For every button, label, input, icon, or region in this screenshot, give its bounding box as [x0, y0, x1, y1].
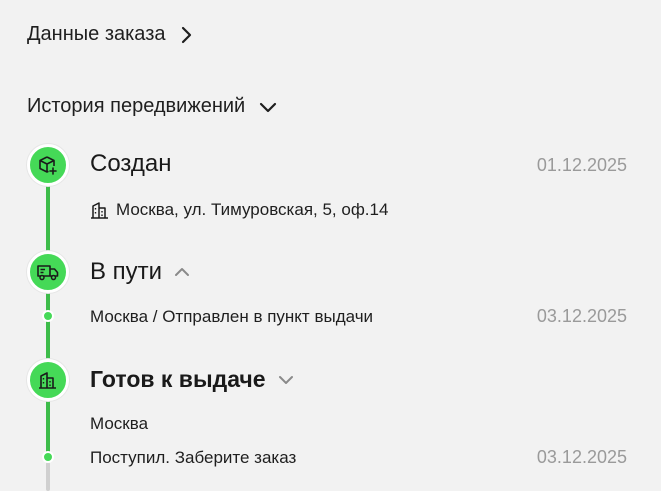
status-icon-created: [27, 144, 69, 186]
history-toggle[interactable]: История передвижений: [27, 95, 277, 118]
chevron-down-icon: [260, 102, 277, 112]
building-icon: [91, 202, 108, 219]
event-date: 03.12.2025: [536, 447, 627, 467]
truck-icon: [37, 265, 59, 281]
chevron-down-icon[interactable]: [278, 375, 294, 385]
history-label: История передвижений: [27, 95, 246, 117]
timeline-segment: [46, 399, 50, 457]
status-title-ready: Готов к выдаче: [90, 366, 294, 393]
event-dot: [42, 451, 54, 463]
status-date: 01.12.2025: [536, 155, 627, 175]
event-text: Москва: [90, 414, 149, 433]
chevron-up-icon[interactable]: [174, 267, 190, 277]
package-plus-icon: [39, 156, 57, 175]
order-details-label: Данные заказа: [27, 23, 166, 45]
status-title-in-transit: В пути: [90, 258, 190, 286]
event-item: Москва: [90, 414, 148, 434]
status-title-text: Создан: [90, 150, 172, 177]
status-title-text: Готов к выдаче: [90, 366, 266, 392]
status-title-created: Создан: [90, 150, 172, 178]
event-date: 03.12.2025: [536, 306, 627, 326]
status-icon-in-transit: [27, 251, 69, 293]
timeline-segment: [46, 185, 50, 257]
order-tracking-page: Данные заказа История передвижений Созда…: [0, 0, 661, 491]
event-address: Москва, ул. Тимуровская, 5, оф.14: [90, 200, 388, 220]
event-text: Москва / Отправлен в пункт выдачи: [90, 307, 374, 326]
timeline-segment-future: [46, 462, 50, 491]
order-details-link[interactable]: Данные заказа: [27, 23, 192, 46]
building-icon: [39, 372, 56, 389]
status-icon-ready: [27, 359, 69, 401]
chevron-right-icon: [181, 26, 191, 43]
timeline-segment: [46, 291, 50, 367]
event-item: Поступил. Заберите заказ: [90, 448, 296, 468]
event-text: Поступил. Заберите заказ: [90, 448, 297, 467]
status-title-text: В пути: [90, 258, 163, 285]
event-text: Москва, ул. Тимуровская, 5, оф.14: [116, 200, 389, 219]
event-dot: [42, 310, 54, 322]
event-item: Москва / Отправлен в пункт выдачи: [90, 307, 373, 327]
